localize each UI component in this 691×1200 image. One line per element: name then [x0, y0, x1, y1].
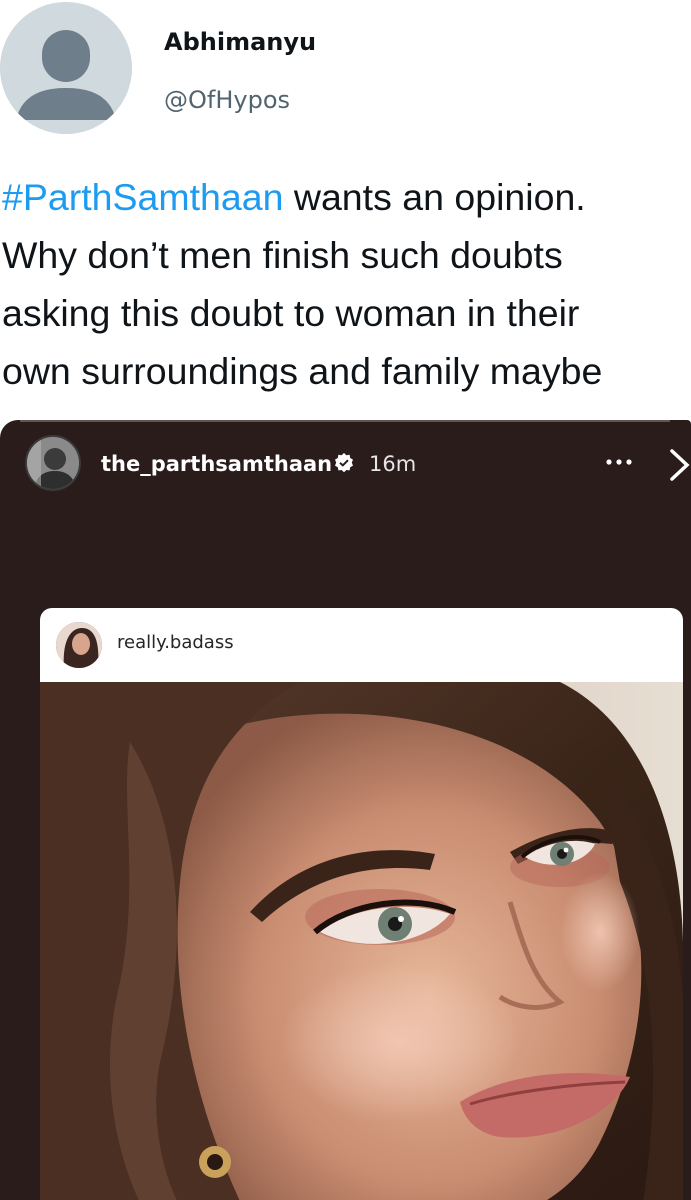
tweet-text-line: Why don’t men finish such doubts [2, 234, 563, 276]
tweet-screenshot: Abhimanyu @OfHypos #ParthSamthaan wants … [0, 0, 691, 1200]
tweet-text-segment: wants an opinion. [283, 176, 586, 218]
more-horizontal-icon[interactable] [604, 457, 634, 467]
story-avatar[interactable] [25, 435, 81, 491]
woman-portrait-image [40, 682, 683, 1200]
profile-avatar[interactable] [0, 2, 132, 134]
tweet-text-line: asking this doubt to woman in their [2, 292, 580, 334]
display-name[interactable]: Abhimanyu [164, 28, 316, 56]
tweet-text: #ParthSamthaan wants an opinion. Why don… [2, 168, 691, 400]
story-username[interactable]: the_parthsamthaan [101, 452, 332, 476]
tweet-text-line: own surroundings and family maybe [2, 350, 603, 392]
shared-post-photo [40, 682, 683, 1200]
shared-post-username[interactable]: really.badass [117, 632, 234, 653]
tweet-text-line: #ParthSamthaan wants an opinion. [2, 168, 691, 226]
chevron-right-icon[interactable] [668, 447, 690, 483]
default-profile-avatar-icon [0, 2, 132, 134]
shared-avatar-photo [56, 622, 102, 668]
verified-badge-icon [335, 453, 353, 473]
shared-post-avatar[interactable] [56, 622, 102, 668]
embedded-story-image[interactable]: the_parthsamthaan 16m really.badass [0, 420, 691, 1200]
story-avatar-photo [27, 437, 79, 489]
story-progress-bar [20, 420, 670, 422]
hashtag-link[interactable]: #ParthSamthaan [2, 176, 283, 218]
story-timestamp: 16m [369, 452, 417, 476]
shared-post-card[interactable]: really.badass [40, 608, 683, 1200]
user-handle[interactable]: @OfHypos [164, 86, 290, 114]
tweet-header: Abhimanyu @OfHypos [0, 0, 691, 150]
